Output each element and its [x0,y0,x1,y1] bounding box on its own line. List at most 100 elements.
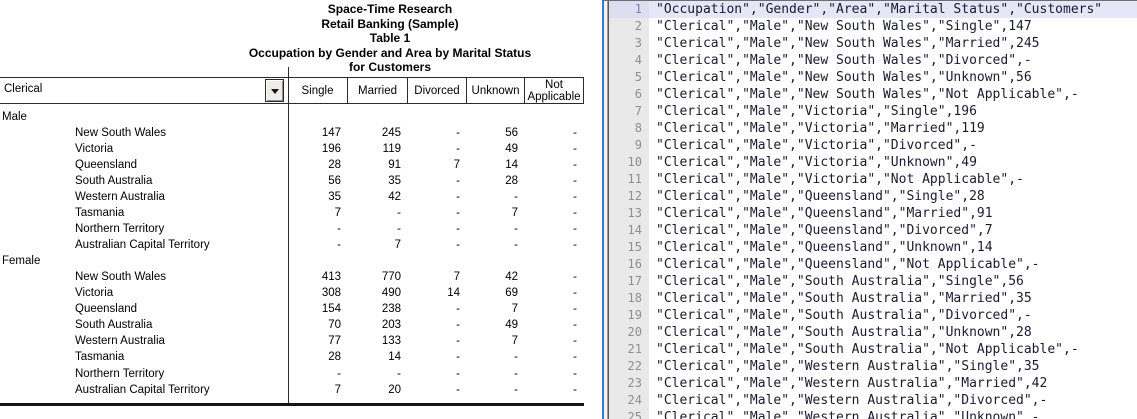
editor-line[interactable]: 20"Clerical","Male","South Australia","U… [609,324,1137,341]
cell-value: - [527,173,577,189]
editor-line[interactable]: 25"Clerical","Male","Western Australia",… [609,409,1137,419]
line-number: 4 [609,52,649,69]
cell-value: 238 [350,301,401,317]
cell-value: - [527,317,577,333]
cell-value: 7 [410,157,460,173]
table-row: Australian Capital Territory720--- [0,382,584,398]
line-text[interactable]: "Clerical","Male","New South Wales","Not… [649,86,1137,103]
line-text[interactable]: "Clerical","Male","Western Australia","U… [649,409,1137,419]
line-text[interactable]: "Clerical","Male","Victoria","Unknown",4… [649,154,1137,171]
cell-value: 35 [290,189,341,205]
app-window: Space-Time Research Retail Banking (Samp… [0,0,1137,419]
editor-line[interactable]: 16"Clerical","Male","Queensland","Not Ap… [609,256,1137,273]
cell-value: - [410,205,460,221]
csv-editor[interactable]: 1"Occupation","Gender","Area","Marital S… [609,1,1137,419]
editor-line[interactable]: 4"Clerical","Male","New South Wales","Di… [609,52,1137,69]
editor-line[interactable]: 7"Clerical","Male","Victoria","Single",1… [609,103,1137,120]
line-text[interactable]: "Clerical","Male","South Australia","Not… [649,341,1137,358]
cell-value: 14 [350,349,401,365]
editor-line[interactable]: 1"Occupation","Gender","Area","Marital S… [609,1,1137,18]
line-number: 12 [609,188,649,205]
row-label: Australian Capital Territory [75,237,210,253]
line-text[interactable]: "Clerical","Male","Victoria","Married",1… [649,120,1137,137]
cell-value: 69 [469,285,518,301]
line-text[interactable]: "Clerical","Male","Queensland","Not Appl… [649,256,1137,273]
editor-line[interactable]: 19"Clerical","Male","South Australia","D… [609,307,1137,324]
cell-value: 56 [290,173,341,189]
editor-line[interactable]: 23"Clerical","Male","Western Australia",… [609,375,1137,392]
dropdown-arrow-button[interactable] [265,79,284,102]
cell-value: 308 [290,285,341,301]
editor-line[interactable]: 2"Clerical","Male","New South Wales","Si… [609,18,1137,35]
line-text[interactable]: "Clerical","Male","Queensland","Single",… [649,188,1137,205]
editor-line[interactable]: 18"Clerical","Male","South Australia","M… [609,290,1137,307]
cell-value: - [410,366,460,382]
table-row: Tasmania7--7- [0,205,584,221]
cell-value: 28 [469,173,518,189]
line-text[interactable]: "Clerical","Male","South Australia","Unk… [649,324,1137,341]
cell-value: - [527,382,577,398]
line-text[interactable]: "Clerical","Male","Western Australia","S… [649,358,1137,375]
editor-line[interactable]: 14"Clerical","Male","Queensland","Divorc… [609,222,1137,239]
cell-value: - [410,301,460,317]
cell-value: - [410,189,460,205]
cell-value: 42 [350,189,401,205]
section-label: Male [2,109,27,125]
editor-line[interactable]: 9"Clerical","Male","Victoria","Divorced"… [609,137,1137,154]
line-number: 3 [609,35,649,52]
editor-line[interactable]: 22"Clerical","Male","Western Australia",… [609,358,1137,375]
line-text[interactable]: "Clerical","Male","Queensland","Married"… [649,205,1137,222]
line-text[interactable]: "Clerical","Male","Victoria","Divorced",… [649,137,1137,154]
row-label: New South Wales [75,125,166,141]
line-number: 25 [609,409,649,419]
line-text[interactable]: "Occupation","Gender","Area","Marital St… [649,1,1137,18]
editor-line[interactable]: 3"Clerical","Male","New South Wales","Ma… [609,35,1137,52]
editor-line[interactable]: 6"Clerical","Male","New South Wales","No… [609,86,1137,103]
editor-line[interactable]: 5"Clerical","Male","New South Wales","Un… [609,69,1137,86]
column-header-not-applicable: Not Applicable [525,78,584,103]
table-row: Victoria196119-49- [0,141,584,157]
cell-value: 28 [290,349,341,365]
cell-value: - [527,221,577,237]
line-text[interactable]: "Clerical","Male","New South Wales","Sin… [649,18,1137,35]
editor-line[interactable]: 15"Clerical","Male","Queensland","Unknow… [609,239,1137,256]
line-text[interactable]: "Clerical","Male","Queensland","Divorced… [649,222,1137,239]
line-text[interactable]: "Clerical","Male","Victoria","Single",19… [649,103,1137,120]
line-text[interactable]: "Clerical","Male","Queensland","Unknown"… [649,239,1137,256]
cell-value: - [527,349,577,365]
editor-line[interactable]: 21"Clerical","Male","South Australia","N… [609,341,1137,358]
line-number: 15 [609,239,649,256]
row-label: Victoria [75,141,113,157]
editor-line[interactable]: 11"Clerical","Male","Victoria","Not Appl… [609,171,1137,188]
line-text[interactable]: "Clerical","Male","Western Australia","M… [649,375,1137,392]
line-text[interactable]: "Clerical","Male","New South Wales","Mar… [649,35,1137,52]
editor-line[interactable]: 17"Clerical","Male","South Australia","S… [609,273,1137,290]
line-text[interactable]: "Clerical","Male","Victoria","Not Applic… [649,171,1137,188]
cell-value: - [410,125,460,141]
report-title-line: for Customers [180,60,600,75]
editor-line[interactable]: 13"Clerical","Male","Queensland","Marrie… [609,205,1137,222]
editor-line[interactable]: 24"Clerical","Male","Western Australia",… [609,392,1137,409]
cell-value: 77 [290,333,341,349]
row-label: Northern Territory [75,221,164,237]
editor-line[interactable]: 10"Clerical","Male","Victoria","Unknown"… [609,154,1137,171]
occupation-dropdown[interactable]: Clerical [0,78,284,103]
cell-value: 147 [290,125,341,141]
row-label: Tasmania [75,205,124,221]
line-text[interactable]: "Clerical","Male","New South Wales","Unk… [649,69,1137,86]
line-text[interactable]: "Clerical","Male","New South Wales","Div… [649,52,1137,69]
line-text[interactable]: "Clerical","Male","Western Australia","D… [649,392,1137,409]
editor-line[interactable]: 8"Clerical","Male","Victoria","Married",… [609,120,1137,137]
table-section-row: Male [0,109,584,125]
editor-line[interactable]: 12"Clerical","Male","Queensland","Single… [609,188,1137,205]
table-row: Northern Territory----- [0,221,584,237]
line-text[interactable]: "Clerical","Male","South Australia","Div… [649,307,1137,324]
line-text[interactable]: "Clerical","Male","South Australia","Mar… [649,290,1137,307]
line-text[interactable]: "Clerical","Male","South Australia","Sin… [649,273,1137,290]
section-label: Female [2,253,40,269]
cell-value: 49 [469,317,518,333]
cell-value: 49 [469,141,518,157]
cell-value: - [527,189,577,205]
line-number: 20 [609,324,649,341]
row-label: Australian Capital Territory [75,382,210,398]
